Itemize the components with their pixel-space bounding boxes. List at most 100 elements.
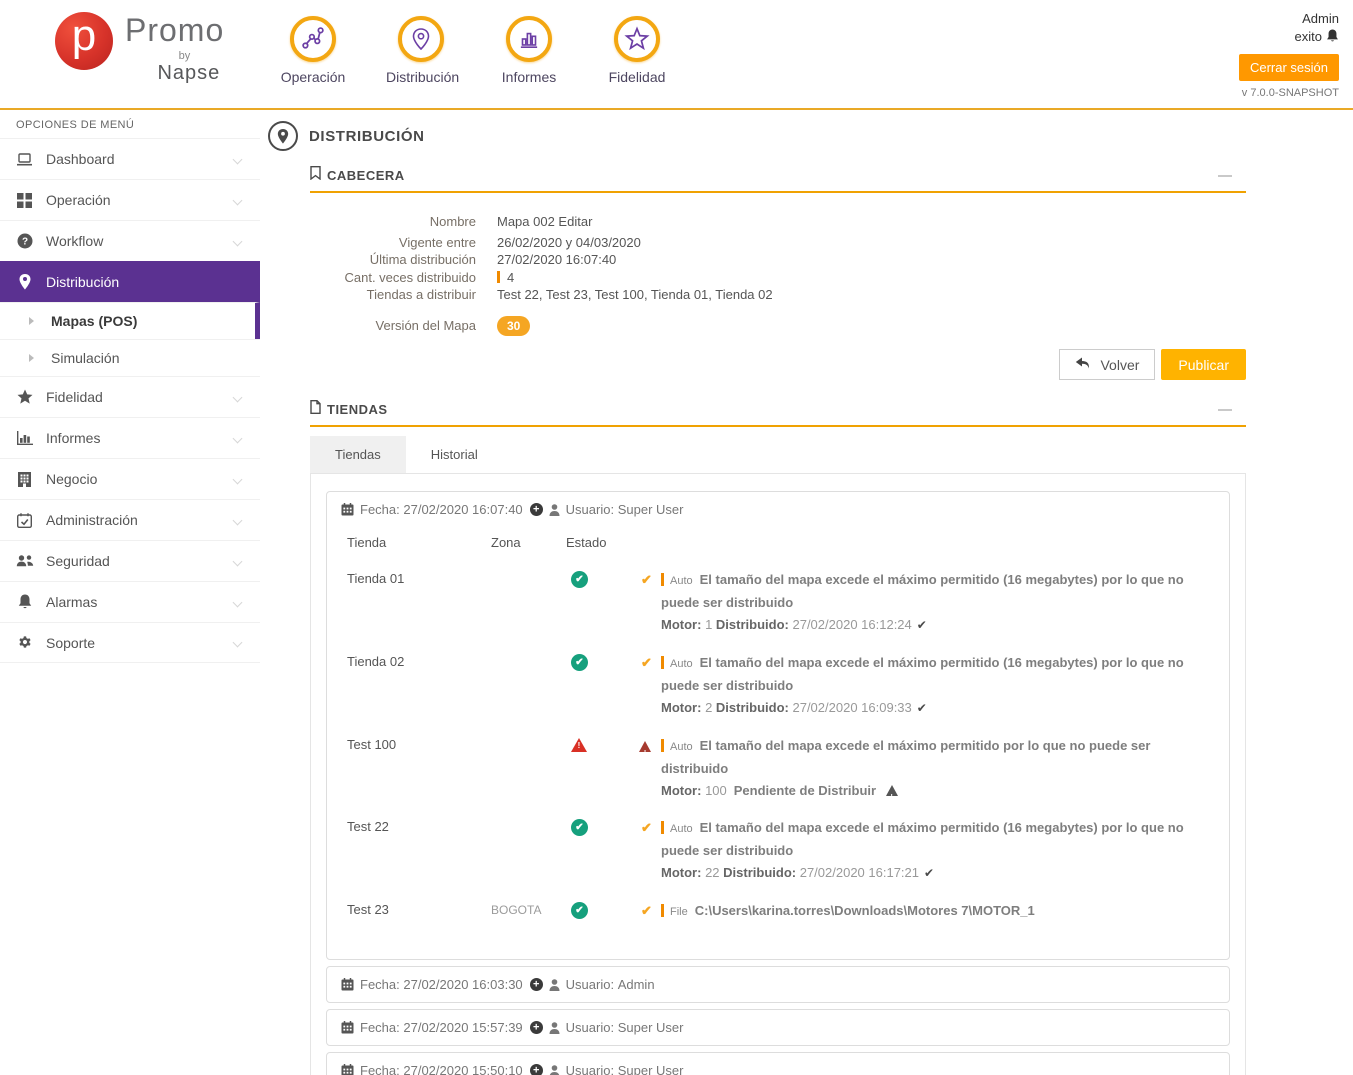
fecha-value: 27/02/2020 15:57:39 [403, 1020, 523, 1035]
history-card[interactable]: Fecha: 27/02/2020 15:50:10 Usuario: Supe… [326, 1052, 1230, 1075]
tienda-zona [491, 652, 566, 655]
collapse-icon[interactable] [1218, 174, 1232, 177]
sidebar-item-operacion[interactable]: Operación [0, 179, 260, 220]
check-dark-icon [917, 701, 927, 715]
expand-plus-icon[interactable] [529, 503, 543, 516]
sidebar-item-informes[interactable]: Informes [0, 417, 260, 458]
calendar-icon [341, 1064, 354, 1075]
usuario-label: Usuario: [565, 977, 615, 992]
tienda-name: Test 23 [347, 902, 389, 917]
operacion-icon [290, 16, 336, 62]
nav-item-distribucion[interactable]: Distribución [386, 16, 459, 85]
tienda-name: Tienda 01 [347, 571, 405, 586]
page-title-row: DISTRIBUCIÓN [268, 120, 1353, 152]
map-pin-icon [15, 274, 34, 290]
column-estado: Estado [566, 535, 607, 550]
status-detail: AutoEl tamaño del mapa excede el máximo … [641, 569, 1209, 636]
field-label: Tiendas a distribuir [366, 287, 476, 302]
file-path: C:\Users\karina.torres\Downloads\Motores… [694, 903, 1035, 918]
user-status: exito [1294, 29, 1322, 44]
notifications-bell-icon[interactable] [1326, 29, 1339, 46]
sidebar-item-dashboard[interactable]: Dashboard [0, 138, 260, 179]
usuario-label: Usuario: [565, 1063, 615, 1075]
sidebar-item-workflow[interactable]: ? Workflow [0, 220, 260, 261]
field-value: 26/02/2020 y 04/03/2020 [497, 234, 641, 250]
fecha-label: Fecha: [360, 977, 400, 992]
laptop-icon [15, 152, 34, 167]
status-ok-icon [571, 654, 588, 671]
sidebar-item-distribucion[interactable]: Distribución [0, 261, 260, 302]
orange-bar-icon [497, 270, 500, 283]
distribution-card: Fecha: 27/02/2020 16:07:40 Usuario: Supe… [326, 491, 1230, 960]
page-title: DISTRIBUCIÓN [309, 127, 425, 145]
user-name: Admin [1302, 11, 1339, 26]
back-button[interactable]: Volver [1059, 349, 1156, 380]
status-message: El tamaño del mapa excede el máximo perm… [661, 655, 1184, 693]
nav-item-informes[interactable]: Informes [494, 16, 564, 85]
tiendas-panel: TIENDAS Tiendas Historial Fecha: 27/02/2… [310, 400, 1246, 1075]
sidebar-item-seguridad[interactable]: Seguridad [0, 540, 260, 581]
publish-button[interactable]: Publicar [1161, 349, 1246, 380]
check-dark-icon [917, 618, 927, 632]
tiendas-title: TIENDAS [327, 402, 388, 417]
bell-icon [15, 594, 34, 610]
question-circle-icon: ? [15, 233, 34, 249]
expand-plus-icon[interactable] [529, 978, 543, 991]
calendar-icon [341, 1021, 354, 1034]
orange-bar-icon [661, 821, 664, 834]
fecha-label: Fecha: [360, 1020, 400, 1035]
sidebar-item-mapas-pos[interactable]: Mapas (POS) [0, 302, 260, 339]
app-logo[interactable]: p Promo by Napse [55, 11, 224, 85]
history-card[interactable]: Fecha: 27/02/2020 16:03:30 Usuario: Admi… [326, 966, 1230, 1003]
source-tag: Auto [670, 658, 693, 670]
file-icon [310, 400, 321, 419]
tab-historial[interactable]: Historial [406, 436, 503, 473]
expand-plus-icon[interactable] [529, 1021, 543, 1034]
sidebar-item-fidelidad[interactable]: Fidelidad [0, 376, 260, 417]
check-dark-icon [924, 866, 934, 880]
tienda-name: Test 22 [347, 819, 389, 834]
tienda-zona [491, 817, 566, 820]
field-label: Vigente entre [398, 234, 476, 250]
collapse-icon[interactable] [1218, 408, 1232, 411]
fecha-label: Fecha: [360, 502, 400, 517]
caret-right-icon [29, 354, 34, 362]
chevron-down-icon [232, 433, 243, 443]
source-tag: Auto [670, 575, 693, 587]
fecha-value: 27/02/2020 16:07:40 [403, 502, 523, 517]
logo-initial: p [71, 11, 97, 60]
nav-item-operacion[interactable]: Operación [278, 16, 348, 85]
main-content: DISTRIBUCIÓN CABECERA Nombre Mapa 002 Edi… [260, 110, 1353, 1075]
history-card[interactable]: Fecha: 27/02/2020 15:57:39 Usuario: Supe… [326, 1009, 1230, 1046]
svg-text:?: ? [21, 237, 27, 248]
sidebar-item-soporte[interactable]: Soporte [0, 622, 260, 663]
sidebar-item-negocio[interactable]: Negocio [0, 458, 260, 499]
bar-chart-icon [15, 431, 34, 445]
sidebar-item-administracion[interactable]: Administración [0, 499, 260, 540]
field-value: 4 [497, 269, 514, 287]
tab-tiendas[interactable]: Tiendas [310, 436, 406, 473]
chevron-down-icon [232, 392, 243, 402]
cabecera-title: CABECERA [327, 168, 405, 183]
status-detail: File C:\Users\karina.torres\Downloads\Mot… [641, 900, 1209, 923]
tiendas-tab-content: Fecha: 27/02/2020 16:07:40 Usuario: Supe… [310, 473, 1246, 1075]
usuario-value: Super User [617, 502, 684, 517]
expand-plus-icon[interactable] [529, 1064, 543, 1075]
check-orange-icon [641, 817, 652, 838]
chevron-down-icon [232, 637, 243, 648]
app-window: p Promo by Napse Operación Distribución [0, 0, 1353, 1075]
cabecera-panel: CABECERA Nombre Mapa 002 Editar Vigente e… [310, 166, 1246, 380]
orange-bar-icon [661, 739, 664, 752]
nav-item-fidelidad[interactable]: Fidelidad [602, 16, 672, 85]
chevron-down-icon [232, 195, 243, 205]
fecha-label: Fecha: [360, 1063, 400, 1075]
user-icon [549, 1064, 560, 1075]
motor-line: Motor: 100 Pendiente de Distribuir [661, 780, 1209, 801]
table-row: Tienda 01 AutoEl tamaño del mapa excede … [347, 569, 1209, 636]
fidelidad-icon [614, 16, 660, 62]
sidebar-item-alarmas[interactable]: Alarmas [0, 581, 260, 622]
logout-button[interactable]: Cerrar sesión [1238, 54, 1339, 81]
chevron-down-icon [232, 474, 243, 484]
tienda-zona: BOGOTA [491, 903, 542, 917]
sidebar-item-simulacion[interactable]: Simulación [0, 339, 260, 376]
